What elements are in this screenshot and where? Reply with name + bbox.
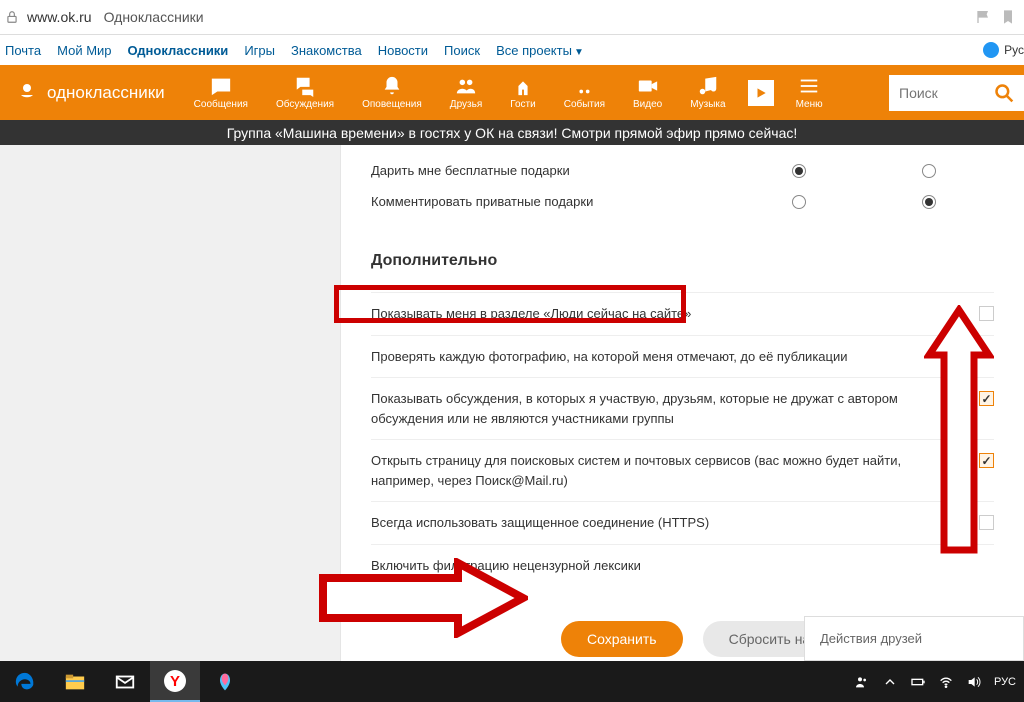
nav-search[interactable]: Поиск xyxy=(444,43,480,58)
events-icon xyxy=(573,75,595,97)
taskbar-edge[interactable] xyxy=(0,661,50,702)
save-button[interactable]: Сохранить xyxy=(561,621,683,657)
music-icon xyxy=(697,75,719,97)
search-input[interactable] xyxy=(899,85,989,101)
taskbar-app[interactable] xyxy=(200,661,250,702)
nav-menu[interactable]: Меню xyxy=(782,75,837,110)
nav-ok[interactable]: Одноклассники xyxy=(128,43,229,58)
nav-mymir[interactable]: Мой Мир xyxy=(57,43,111,58)
hamburger-icon xyxy=(798,75,820,97)
nav-dating[interactable]: Знакомства xyxy=(291,43,362,58)
nav-friends[interactable]: Друзья xyxy=(436,75,496,110)
setting-free-gifts: Дарить мне бесплатные подарки xyxy=(371,155,994,186)
play-icon xyxy=(748,80,774,106)
taskbar-lang[interactable]: РУС xyxy=(994,676,1016,688)
nav-music[interactable]: Музыка xyxy=(676,75,739,110)
settings-panel: Дарить мне бесплатные подарки Комментиро… xyxy=(340,145,1024,661)
radio-gifts-col2[interactable] xyxy=(922,164,936,178)
video-icon xyxy=(637,75,659,97)
guests-icon xyxy=(512,75,534,97)
nav-video[interactable]: Видео xyxy=(619,75,676,110)
setting-profanity-filter: Включить фильтрацию нецензурной лексики xyxy=(371,544,994,587)
checkbox-https[interactable] xyxy=(979,515,994,530)
ok-logo-icon xyxy=(15,81,39,105)
ok-logo[interactable]: одноклассники xyxy=(0,81,180,105)
section-title-additional: Дополнительно xyxy=(371,252,994,270)
svg-text:Y: Y xyxy=(170,673,180,690)
language-selector[interactable]: Рус xyxy=(1004,43,1024,57)
lock-icon xyxy=(5,10,19,24)
setting-show-online: Показывать меня в разделе «Люди сейчас н… xyxy=(371,292,994,335)
radio-gifts-col1[interactable] xyxy=(792,164,806,178)
setting-https: Всегда использовать защищенное соединени… xyxy=(371,501,994,544)
wifi-icon[interactable] xyxy=(938,674,954,690)
setting-comment-private: Комментировать приватные подарки xyxy=(371,186,994,217)
mail-portal-nav: Почта Мой Мир Одноклассники Игры Знакомс… xyxy=(0,35,1024,65)
radio-comment-col2[interactable] xyxy=(922,195,936,209)
nav-all-projects[interactable]: Все проекты▼ xyxy=(496,43,584,58)
nav-events[interactable]: События xyxy=(550,75,619,110)
bell-icon xyxy=(381,75,403,97)
ok-logo-text: одноклассники xyxy=(47,83,165,103)
windows-taskbar: Y РУС xyxy=(0,661,1024,702)
page-title-text: Одноклассники xyxy=(104,9,204,25)
address-bar: www.ok.ru Одноклассники xyxy=(0,0,1024,35)
taskbar-explorer[interactable] xyxy=(50,661,100,702)
taskbar-mail[interactable] xyxy=(100,661,150,702)
search-icon[interactable] xyxy=(994,83,1014,103)
setting-show-discussions: Показывать обсуждения, в которых я участ… xyxy=(371,377,994,439)
chevron-up-icon[interactable] xyxy=(882,674,898,690)
people-icon[interactable] xyxy=(854,674,870,690)
friends-icon xyxy=(455,75,477,97)
checkbox-search-engines[interactable] xyxy=(979,453,994,468)
checkbox-show-discussions[interactable] xyxy=(979,391,994,406)
checkbox-show-online[interactable] xyxy=(979,306,994,321)
friends-activity-panel[interactable]: Действия друзей xyxy=(804,616,1024,661)
nav-messages[interactable]: Сообщения xyxy=(180,75,262,110)
setting-check-photos: Проверять каждую фотографию, на которой … xyxy=(371,335,994,378)
setting-search-engines: Открыть страницу для поисковых систем и … xyxy=(371,439,994,501)
ok-header: одноклассники Сообщения Обсуждения Опове… xyxy=(0,65,1024,120)
content-area: Дарить мне бесплатные подарки Комментиро… xyxy=(0,145,1024,661)
nav-discussions[interactable]: Обсуждения xyxy=(262,75,348,110)
nav-news[interactable]: Новости xyxy=(378,43,428,58)
globe-icon xyxy=(983,42,999,58)
flag-icon[interactable] xyxy=(976,9,992,25)
volume-icon[interactable] xyxy=(966,674,982,690)
bookmark-icon[interactable] xyxy=(1000,9,1016,25)
nav-guests[interactable]: Гости xyxy=(496,75,549,110)
url-text[interactable]: www.ok.ru xyxy=(27,9,92,25)
search-box[interactable] xyxy=(889,75,1024,111)
live-banner[interactable]: Группа «Машина времени» в гостях у ОК на… xyxy=(0,120,1024,145)
battery-icon[interactable] xyxy=(910,674,926,690)
nav-play[interactable] xyxy=(740,75,782,110)
taskbar-yandex[interactable]: Y xyxy=(150,661,200,702)
nav-notifications[interactable]: Оповещения xyxy=(348,75,436,110)
nav-mail[interactable]: Почта xyxy=(5,43,41,58)
nav-games[interactable]: Игры xyxy=(244,43,275,58)
messages-icon xyxy=(210,75,232,97)
radio-comment-col1[interactable] xyxy=(792,195,806,209)
discussions-icon xyxy=(294,75,316,97)
